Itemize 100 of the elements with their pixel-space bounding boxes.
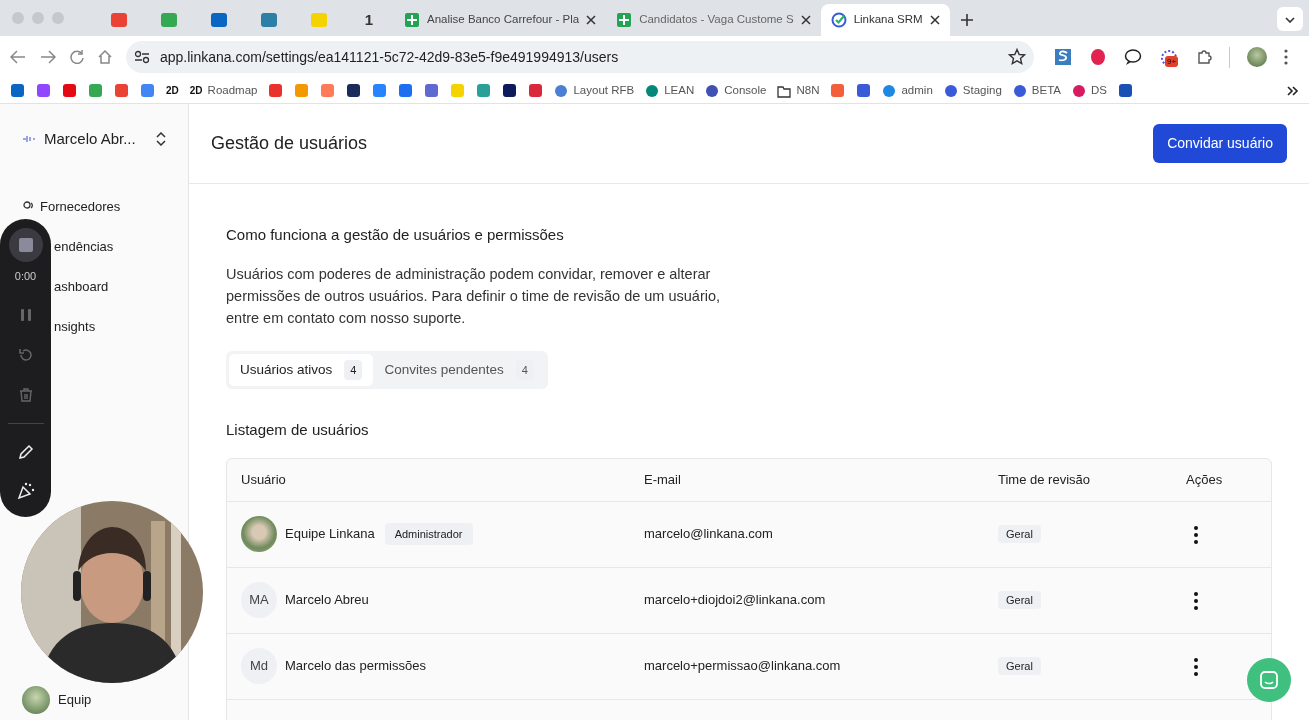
user-avatar: [22, 686, 50, 714]
back-icon[interactable]: [10, 50, 26, 64]
new-tab-icon[interactable]: [959, 13, 974, 27]
bookmark-link[interactable]: BETA: [1012, 81, 1061, 100]
restart-icon[interactable]: [17, 346, 34, 363]
user-name: Marcelo Abreu: [285, 591, 369, 610]
delete-icon[interactable]: [17, 386, 34, 403]
nav-item[interactable]: Fornecedores: [40, 196, 121, 217]
more-icon[interactable]: [1284, 49, 1288, 65]
bookmark-icon: [554, 83, 569, 98]
sheet-icon: [404, 12, 420, 28]
role-tag: Administrador: [384, 522, 473, 546]
user-name[interactable]: Equip: [58, 690, 92, 710]
count-badge: 4: [344, 359, 363, 380]
address-bar[interactable]: app.linkana.com/settings/ea141121-5c72-42d9-83e5-f9e491994913/users: [126, 41, 1034, 73]
email-text: marcelo+diojdoi2@linkana.com: [644, 591, 827, 610]
page-title: Gestão de usuários: [211, 132, 368, 155]
column-header: E-mail: [644, 470, 682, 489]
browser-tab[interactable]: Analise Banco Carrefour - Pla: [394, 4, 607, 36]
pinned-tab-icon[interactable]: [260, 12, 278, 28]
user-avatar: [241, 516, 277, 552]
nav-item[interactable]: ashboard: [54, 276, 109, 297]
nav-item[interactable]: endências: [54, 236, 114, 257]
puzzle-icon[interactable]: [1196, 49, 1212, 65]
folder-icon: [777, 83, 792, 98]
reload-icon[interactable]: [70, 50, 84, 64]
bookmark-icon: [1072, 83, 1086, 98]
tab-search-button[interactable]: [1277, 7, 1303, 31]
pinned-tab-icon[interactable]: [210, 12, 228, 28]
tab-title: Analise Banco Carrefour - Pla: [427, 12, 580, 28]
close-icon[interactable]: [586, 15, 597, 25]
bookmark-link[interactable]: 2D Roadmap: [189, 81, 258, 100]
bookmark-icon: [943, 83, 958, 98]
invite-user-button[interactable]: Convidar usuário: [1153, 124, 1287, 163]
extension-icon[interactable]: [1159, 48, 1179, 67]
stop-button[interactable]: [8, 228, 43, 262]
workspace-logo-icon: [22, 134, 36, 145]
url-text: app.linkana.com/settings/ea141121-5c72-42d9-83e5-f9e491994913/users: [160, 47, 620, 67]
tab-title: Linkana SRM: [853, 12, 923, 28]
pinned-tab-icon[interactable]: [160, 12, 178, 28]
close-icon[interactable]: [800, 15, 811, 25]
nav-item[interactable]: nsights: [54, 316, 96, 337]
sheet-icon: [616, 12, 633, 28]
bookmark-icon[interactable]: [502, 83, 518, 98]
section-title: Como funciona a gestão de usuários e permissões: [226, 225, 565, 245]
user-name: Equipe Linkana: [285, 525, 375, 544]
initials-avatar: Md: [241, 648, 277, 684]
bookmark-link[interactable]: 2D: [166, 83, 179, 98]
description-text: Usuários com poderes de administração podem convidar, remover e alterar permissões de outros usuários. Para definir o time de revisão de um usuário, entre em contato com nosso suporte.: [226, 264, 722, 328]
browser-tab[interactable]: Linkana SRM: [820, 4, 950, 36]
chevron-down-icon: [1285, 16, 1295, 23]
count-badge: 4: [515, 359, 534, 380]
bookmark-icon: [1012, 83, 1027, 98]
team-tag: Geral: [998, 525, 1041, 544]
browser-tab[interactable]: Candidatos - Vaga Custome S: [606, 4, 821, 36]
bookmark-link[interactable]: Staging: [943, 81, 1002, 100]
bookmark-icon: [645, 83, 660, 98]
bookmark-link[interactable]: DS: [1072, 81, 1107, 100]
bookmark-link[interactable]: Console: [705, 81, 767, 100]
tab[interactable]: Usuários ativos 4: [229, 353, 374, 386]
timer-text: 0:00: [14, 269, 37, 284]
pencil-icon[interactable]: [17, 443, 34, 460]
more-vertical-icon[interactable]: [1194, 657, 1198, 676]
bookmark-icon[interactable]: [346, 83, 362, 98]
chevron-double-right-icon[interactable]: [1287, 85, 1299, 96]
star-icon[interactable]: [1008, 48, 1026, 66]
more-vertical-icon[interactable]: [1194, 591, 1198, 610]
bookmark-icon: [882, 83, 897, 98]
user-name: Marcelo das permissões: [285, 657, 426, 676]
tab-label[interactable]: Convites pendentes: [384, 359, 504, 380]
forward-icon[interactable]: [40, 50, 56, 64]
tab-title: Candidatos - Vaga Custome S: [639, 12, 794, 28]
chat-button[interactable]: [1247, 658, 1291, 702]
list-title: Listagem de usuários: [226, 420, 370, 440]
email-text: marcelo@linkana.com: [644, 525, 774, 544]
workspace-name[interactable]: Marcelo Abr...: [44, 128, 148, 151]
bookmark-link[interactable]: Layout RFB: [554, 81, 635, 100]
team-tag: Geral: [998, 591, 1041, 610]
extension-icon[interactable]: [1124, 48, 1142, 66]
email-text: marcelo+permissao@linkana.com: [644, 657, 842, 676]
bookmark-icon: [705, 83, 720, 98]
profile-avatar[interactable]: [1247, 47, 1267, 67]
tab-label[interactable]: Usuários ativos: [240, 359, 333, 380]
chat-icon: [1259, 670, 1279, 690]
bookmark-link[interactable]: LEAN: [645, 81, 695, 100]
close-icon[interactable]: [929, 15, 940, 25]
column-header: Ações: [1186, 470, 1224, 489]
confetti-icon[interactable]: [16, 481, 35, 500]
column-header: Time de revisão: [998, 470, 1091, 489]
chevron-updown-icon[interactable]: [156, 132, 166, 147]
bookmark-link[interactable]: N8N: [777, 81, 820, 100]
column-header: Usuário: [241, 470, 287, 489]
pinned-tab-icon[interactable]: [110, 12, 128, 28]
home-icon[interactable]: [98, 50, 112, 64]
more-vertical-icon[interactable]: [1194, 525, 1198, 544]
tab[interactable]: Convites pendentes 4: [373, 353, 545, 386]
bookmark-link[interactable]: admin: [882, 81, 933, 100]
initials-avatar: MA: [241, 582, 277, 618]
bookmark-icon[interactable]: [1118, 83, 1133, 98]
pinned-tab[interactable]: 1: [344, 4, 394, 36]
